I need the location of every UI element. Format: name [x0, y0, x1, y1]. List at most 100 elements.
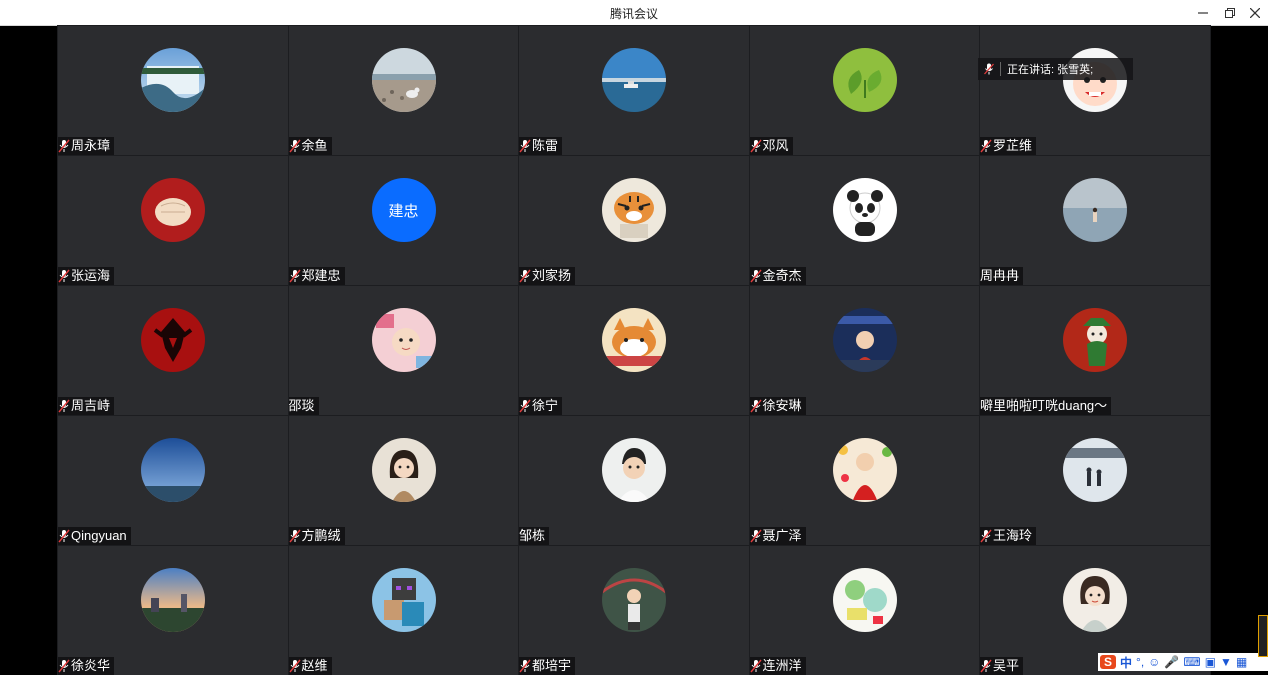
avatar — [602, 48, 666, 112]
restore-button[interactable] — [1217, 0, 1243, 25]
participant-name: 邵琰 — [288, 398, 315, 413]
mic-muted-icon — [519, 399, 531, 413]
participant-tile[interactable]: 邹栋 — [518, 415, 750, 546]
participant-tile[interactable]: 方鹏绒 — [287, 415, 520, 546]
avatar — [602, 178, 666, 242]
keyboard-icon[interactable]: ⌨ — [1183, 655, 1200, 669]
participant-name: 徐宁 — [532, 398, 559, 413]
participant-name-tag: 郑建忠 — [288, 267, 345, 285]
participant-name: 邹栋 — [519, 528, 546, 543]
mic-muted-icon — [749, 529, 762, 543]
participant-name: 方鹏绒 — [301, 528, 341, 543]
title-bar: 腾讯会议 — [0, 0, 1268, 26]
participant-name: 张运海 — [71, 268, 111, 283]
skin-icon[interactable]: ▼ — [1220, 655, 1232, 669]
participant-tile[interactable]: 邓风 — [748, 25, 981, 156]
avatar — [371, 568, 436, 632]
participant-name: 罗芷维 — [993, 138, 1033, 153]
avatar — [371, 308, 436, 372]
ime-punct[interactable]: °, — [1136, 655, 1144, 669]
avatar — [832, 438, 897, 502]
participant-name: 赵维 — [301, 658, 328, 673]
participant-tile[interactable]: 王海玲 — [979, 415, 1211, 546]
participant-name-tag: 连洲洋 — [749, 657, 806, 675]
avatar — [832, 568, 897, 632]
minimize-button[interactable] — [1190, 0, 1216, 25]
mic-muted-icon — [288, 529, 301, 543]
participant-tile[interactable]: 余鱼 — [287, 25, 520, 156]
participant-tile[interactable]: 徐炎华 — [57, 545, 289, 675]
close-button[interactable] — [1242, 0, 1268, 25]
participant-tile[interactable]: 建忠郑建忠 — [287, 155, 520, 286]
participant-tile[interactable]: 罗芷维 — [979, 25, 1211, 156]
participant-name: 徐炎华 — [71, 658, 111, 673]
avatar — [371, 48, 436, 112]
participant-tile[interactable]: 都培宇 — [518, 545, 750, 675]
restore-icon — [1225, 7, 1235, 18]
toolbox-icon[interactable]: ▣ — [1205, 655, 1216, 669]
grid-apps-icon[interactable]: ▦ — [1236, 655, 1247, 669]
avatar — [141, 438, 205, 502]
participant-name: 周冉冉 — [980, 268, 1020, 283]
participant-tile[interactable]: 连洲洋 — [748, 545, 981, 675]
participant-grid: 周永璋 余鱼 陈雷 邓风 罗芷维 张运海 建忠 郑建忠 刘家扬 金奇杰 周冉冉 周吉峙 邵琰 徐宁 徐安琳噼… — [57, 25, 1211, 675]
participant-name-tag: 余鱼 — [288, 137, 332, 155]
participant-tile[interactable]: 周永璋 — [57, 25, 289, 156]
emoji-icon[interactable]: ☺ — [1148, 655, 1160, 669]
sogou-logo-icon: S — [1100, 655, 1116, 669]
participant-name-tag: 都培宇 — [519, 657, 576, 675]
participant-name: 金奇杰 — [762, 268, 802, 283]
participant-name-tag: 聂广泽 — [749, 527, 806, 545]
ime-toolbar[interactable]: S 中 °, ☺ 🎤 ⌨ ▣ ▼ ▦ — [1098, 653, 1268, 671]
participant-name-tag: 邓风 — [749, 137, 793, 155]
participant-tile[interactable]: 陈雷 — [518, 25, 750, 156]
participant-tile[interactable]: 邵琰 — [287, 285, 520, 416]
participant-name: 余鱼 — [301, 138, 328, 153]
mic-muted-icon — [980, 529, 992, 543]
participant-name: 陈雷 — [532, 138, 559, 153]
participant-tile[interactable]: 周冉冉 — [979, 155, 1211, 286]
mic-muted-icon — [980, 139, 992, 153]
avatar — [141, 568, 205, 632]
voice-icon[interactable]: 🎤 — [1164, 655, 1179, 669]
avatar — [602, 568, 666, 632]
participant-tile[interactable]: Qingyuan — [57, 415, 289, 546]
participant-name-tag: 周吉峙 — [58, 397, 115, 415]
participant-name-tag: 陈雷 — [519, 137, 563, 155]
avatar — [1063, 308, 1127, 372]
participant-name-tag: 方鹏绒 — [288, 527, 345, 545]
window-title: 腾讯会议 — [609, 7, 658, 21]
mic-muted-icon — [58, 139, 70, 153]
avatar — [832, 48, 897, 112]
mic-muted-icon — [58, 529, 70, 543]
mic-muted-icon — [749, 139, 762, 153]
participant-name: 连洲洋 — [762, 658, 802, 673]
participant-name-tag: 噼里啪啦叮咣duang～ — [980, 397, 1112, 415]
participant-tile[interactable]: 噼里啪啦叮咣duang～ — [979, 285, 1211, 416]
participant-name: 都培宇 — [532, 658, 572, 673]
participant-tile[interactable]: 徐宁 — [518, 285, 750, 416]
participant-tile[interactable]: 聂广泽 — [748, 415, 981, 546]
avatar — [1063, 178, 1127, 242]
avatar — [832, 178, 897, 242]
participant-name-tag: 周冉冉 — [980, 267, 1024, 285]
avatar — [141, 308, 205, 372]
mic-muted-icon — [288, 139, 301, 153]
mic-muted-icon — [519, 269, 531, 283]
avatar: 建忠 — [371, 178, 436, 242]
avatar-initials: 建忠 — [388, 202, 419, 220]
participant-tile[interactable]: 徐安琳 — [748, 285, 981, 416]
minimize-icon — [1198, 11, 1208, 14]
participant-tile[interactable]: 金奇杰 — [748, 155, 981, 286]
participant-name: 邓风 — [762, 138, 789, 153]
participant-name-tag: 赵维 — [288, 657, 332, 675]
participant-tile[interactable]: 周吉峙 — [57, 285, 289, 416]
participant-name: 周永璋 — [71, 138, 111, 153]
participant-tile[interactable]: 张运海 — [57, 155, 289, 286]
participant-tile[interactable]: 刘家扬 — [518, 155, 750, 286]
mic-muted-icon — [749, 399, 762, 413]
ime-mode[interactable]: 中 — [1120, 654, 1132, 671]
avatar — [141, 178, 205, 242]
participant-tile[interactable]: 赵维 — [287, 545, 520, 675]
mic-muted-icon — [984, 63, 994, 75]
